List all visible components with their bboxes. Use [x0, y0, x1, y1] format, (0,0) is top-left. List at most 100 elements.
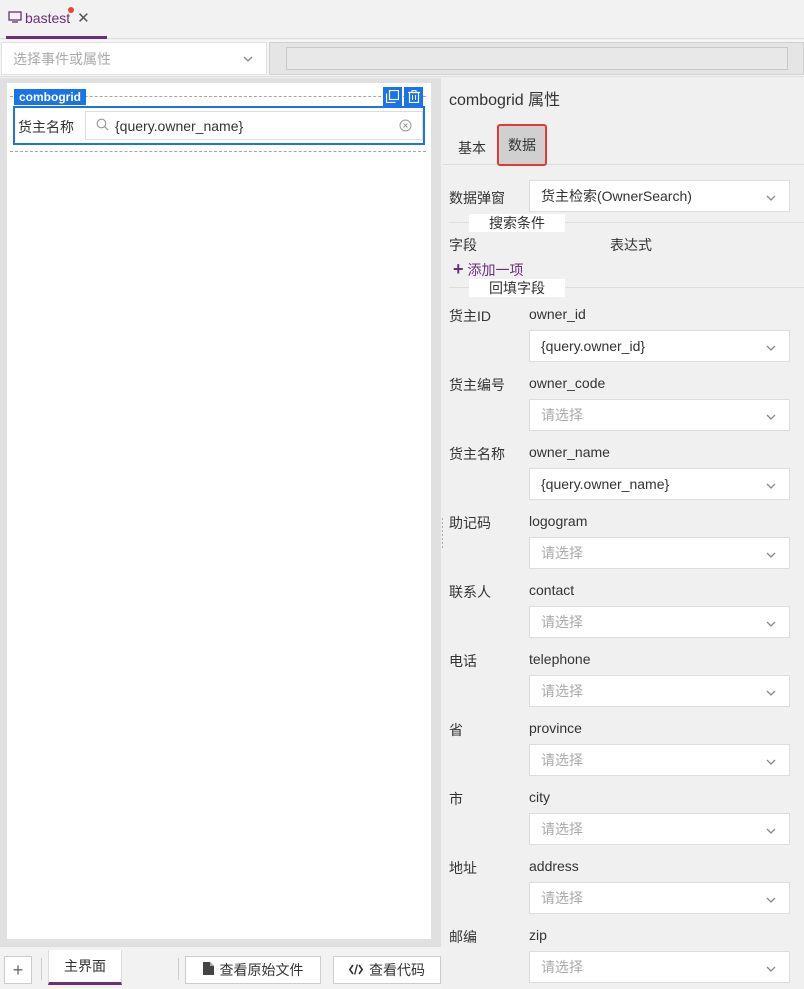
divider	[41, 958, 42, 980]
chevron-down-icon	[242, 52, 254, 68]
fill-row-placeholder: 请选择	[541, 407, 583, 423]
fill-row-field: telephone	[529, 651, 591, 667]
fill-row-label: 邮编	[449, 929, 477, 945]
fill-row-placeholder: 请选择	[541, 821, 583, 837]
fill-row-placeholder: 请选择	[541, 752, 583, 768]
properties-title: combogrid 属性	[449, 92, 561, 109]
resize-handle[interactable]	[423, 110, 426, 141]
add-item-label: 添加一项	[467, 261, 524, 278]
chevron-down-icon	[765, 824, 777, 840]
chevron-down-icon	[765, 191, 777, 207]
fill-row-field: province	[529, 720, 582, 736]
clear-icon[interactable]	[399, 119, 412, 135]
fill-row-placeholder: 请选择	[541, 683, 583, 699]
view-source-label: 查看原始文件	[219, 962, 304, 978]
chevron-down-icon	[765, 410, 777, 426]
tab-data[interactable]: 数据	[497, 124, 547, 166]
column-header-expression: 表达式	[610, 237, 652, 253]
fill-row-placeholder: 请选择	[541, 545, 583, 561]
popup-select[interactable]: 货主检索(OwnerSearch)	[529, 180, 790, 212]
fill-row-label: 货主ID	[449, 308, 491, 324]
chevron-down-icon	[765, 755, 777, 771]
selection-frame-bottom	[10, 151, 426, 152]
design-canvas-area: combogrid 货主名称 {query.owner_name}	[0, 78, 441, 946]
tab-main-page[interactable]: 主界面	[48, 950, 122, 985]
document-tab-bastest[interactable]: bastest ✕	[6, 0, 107, 39]
unsaved-dot	[68, 7, 75, 13]
plus-icon: +	[453, 259, 464, 279]
combogrid-value: {query.owner_name}	[115, 117, 244, 134]
design-canvas[interactable]: combogrid 货主名称 {query.owner_name}	[7, 83, 431, 939]
properties-tabs: 基本 数据	[443, 124, 804, 166]
chevron-down-icon	[765, 548, 777, 564]
fill-row-label: 电话	[449, 653, 477, 669]
fill-row-label: 地址	[449, 860, 477, 876]
fill-row-field: logogram	[529, 513, 588, 529]
document-tab-title: bastest	[25, 7, 75, 26]
event-expression-input[interactable]	[286, 47, 788, 70]
trash-icon[interactable]	[404, 87, 423, 106]
popup-select-value: 货主检索(OwnerSearch)	[541, 188, 692, 204]
fill-row-field: zip	[529, 927, 547, 943]
fill-row-field: contact	[529, 582, 575, 598]
add-item-button[interactable]: + 添加一项	[453, 259, 524, 280]
fill-row-field: owner_id	[529, 306, 586, 322]
fill-row-select[interactable]: 请选择	[529, 813, 790, 845]
chevron-down-icon	[765, 962, 777, 978]
event-bar: 选择事件或属性	[0, 40, 804, 77]
fill-row-select[interactable]: 请选择	[529, 606, 790, 638]
copy-icon[interactable]	[383, 87, 402, 106]
fill-row-select[interactable]: {query.owner_name}	[529, 468, 790, 500]
divider	[178, 958, 179, 980]
fill-row-placeholder: 请选择	[541, 959, 583, 975]
code-icon	[348, 962, 364, 978]
fill-row-select[interactable]: 请选择	[529, 951, 790, 983]
document-tab-bar: bastest ✕	[0, 0, 804, 39]
combogrid-label: 货主名称	[18, 119, 74, 135]
file-icon	[202, 962, 214, 978]
fill-row-placeholder: 请选择	[541, 890, 583, 906]
monitor-icon	[8, 10, 22, 26]
popup-label: 数据弹窗	[449, 190, 505, 206]
fill-row-placeholder: 请选择	[541, 614, 583, 630]
combogrid-component[interactable]: 货主名称 {query.owner_name}	[13, 106, 425, 145]
view-source-button[interactable]: 查看原始文件	[185, 956, 321, 984]
fill-row-field: city	[529, 789, 550, 805]
fill-row-label: 货主名称	[449, 446, 505, 462]
fill-fields-heading: 回填字段	[469, 279, 565, 297]
fill-row-select[interactable]: 请选择	[529, 744, 790, 776]
chevron-down-icon	[765, 893, 777, 909]
add-page-button[interactable]: +	[4, 956, 32, 984]
column-header-field: 字段	[449, 237, 477, 253]
component-toolbar	[383, 87, 423, 106]
fill-row-value: {query.owner_name}	[541, 476, 670, 492]
tab-basic[interactable]: 基本	[458, 138, 486, 158]
view-code-label: 查看代码	[369, 962, 425, 978]
fill-row-select[interactable]: 请选择	[529, 537, 790, 569]
view-code-button[interactable]: 查看代码	[333, 956, 441, 984]
fill-row-field: owner_code	[529, 375, 606, 391]
fill-row-field: address	[529, 858, 579, 874]
chevron-down-icon	[765, 479, 777, 495]
bottom-bar: + 主界面 查看原始文件 查看代码	[0, 946, 441, 989]
chevron-down-icon	[765, 341, 777, 357]
combogrid-input[interactable]: {query.owner_name}	[85, 111, 423, 140]
fill-row-select[interactable]: 请选择	[529, 399, 790, 431]
fill-row-select[interactable]: 请选择	[529, 675, 790, 707]
fill-row-label: 省	[449, 722, 463, 738]
event-select-placeholder: 选择事件或属性	[13, 50, 111, 67]
component-tag: combogrid	[14, 89, 86, 105]
close-icon[interactable]: ✕	[77, 9, 90, 27]
fill-row-select[interactable]: 请选择	[529, 882, 790, 914]
fill-row-select[interactable]: {query.owner_id}	[529, 330, 790, 362]
chevron-down-icon	[765, 617, 777, 633]
fill-row-label: 助记码	[449, 515, 491, 531]
search-conditions-heading: 搜索条件	[469, 214, 565, 232]
search-icon	[96, 118, 109, 134]
event-select[interactable]: 选择事件或属性	[1, 42, 267, 75]
fill-row-field: owner_name	[529, 444, 610, 460]
fill-row-label: 货主编号	[449, 377, 505, 393]
fill-row-label: 市	[449, 791, 463, 807]
fill-row-label: 联系人	[449, 584, 491, 600]
event-expression-area	[269, 42, 804, 75]
